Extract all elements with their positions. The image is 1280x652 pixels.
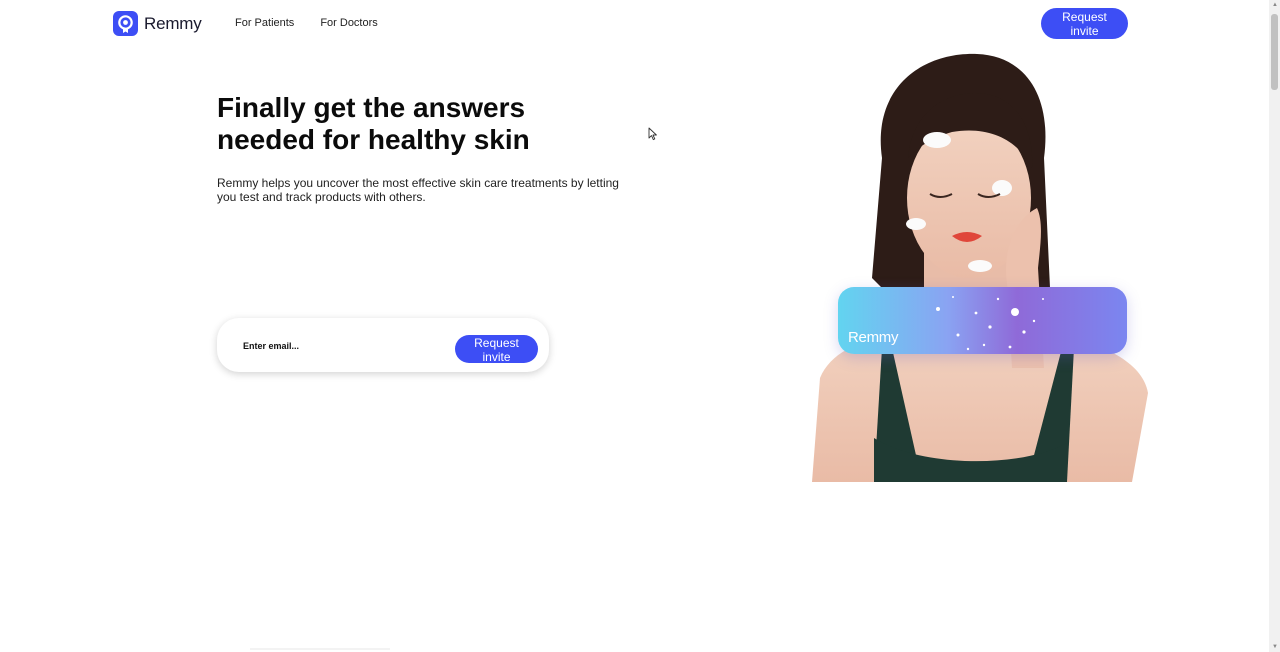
mouse-cursor-icon	[648, 127, 657, 141]
scroll-up-arrow-icon[interactable]: ▲	[1272, 2, 1278, 8]
scroll-down-arrow-icon[interactable]: ▼	[1272, 644, 1278, 650]
email-signup-form: Request invite	[217, 318, 549, 372]
remmy-logo-icon	[113, 11, 138, 36]
logo-text: Remmy	[144, 13, 202, 33]
hero-title-line-2: needed for healthy skin	[217, 124, 530, 155]
request-invite-button[interactable]: Request invite	[455, 335, 538, 364]
email-input[interactable]	[241, 338, 445, 354]
nav-for-doctors[interactable]: For Doctors	[320, 17, 377, 29]
scroll-thumb[interactable]	[1271, 14, 1278, 90]
remmy-card: Remmy	[838, 287, 1127, 354]
divider	[250, 648, 390, 650]
hero-subtitle: Remmy helps you uncover the most effecti…	[217, 176, 619, 204]
header-request-invite-button[interactable]: Request invite	[1041, 8, 1128, 39]
hero-title: Finally get the answers needed for healt…	[217, 92, 637, 156]
vertical-scrollbar[interactable]: ▲ ▼	[1269, 0, 1280, 652]
nav-for-patients[interactable]: For Patients	[235, 17, 294, 29]
card-logo-text: Remmy	[848, 329, 899, 346]
hero-title-line-1: Finally get the answers	[217, 92, 526, 123]
hero-woman-image	[812, 53, 1148, 482]
main-nav: For Patients For Doctors	[235, 17, 378, 29]
logo[interactable]: Remmy	[113, 11, 202, 36]
